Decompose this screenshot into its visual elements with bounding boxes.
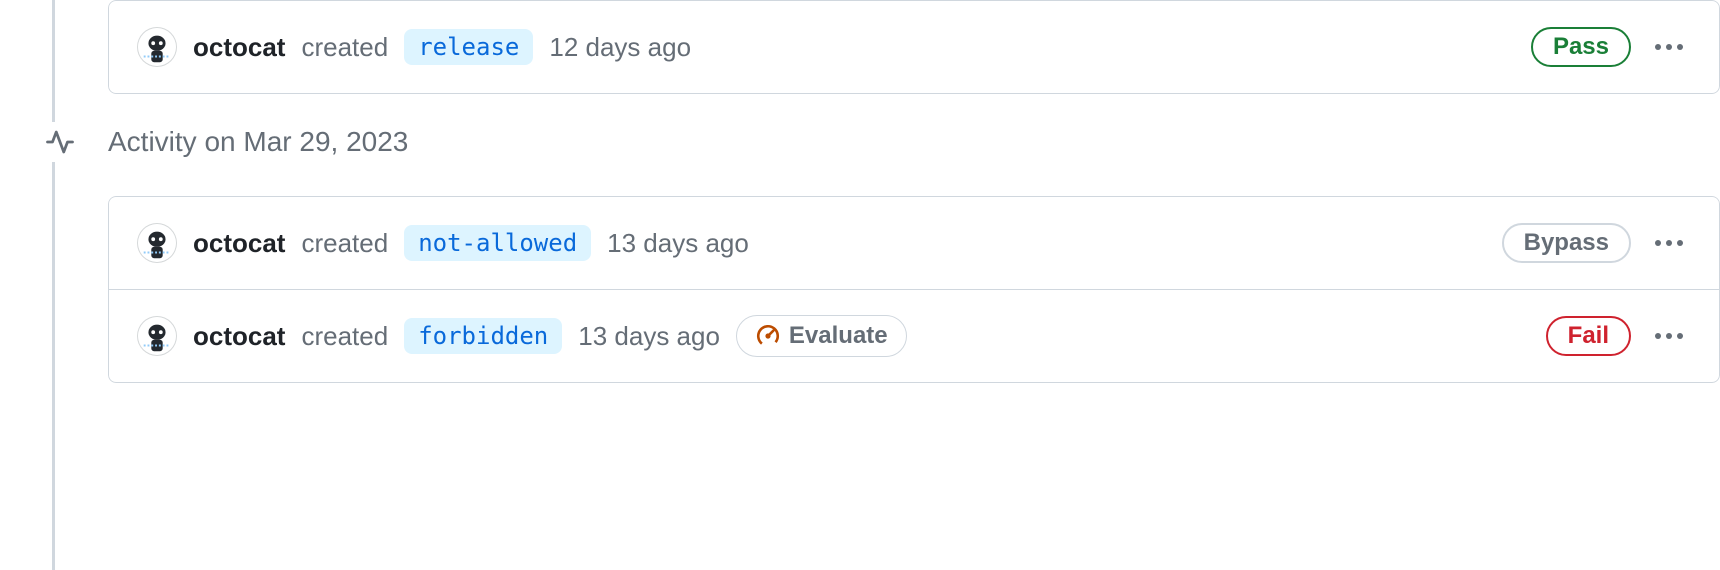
kebab-icon [1655,44,1683,50]
kebab-icon [1655,333,1683,339]
ref-label[interactable]: not-allowed [404,225,591,261]
ref-label[interactable]: release [404,29,533,65]
avatar[interactable] [137,316,177,356]
date-heading-text: Activity on Mar 29, 2023 [108,126,408,158]
status-badge: Bypass [1502,223,1631,263]
date-heading: Activity on Mar 29, 2023 [108,126,1720,158]
timestamp: 13 days ago [578,321,720,352]
gauge-icon [755,323,781,349]
status-badge: Pass [1531,27,1631,67]
actor-link[interactable]: octocat [193,321,285,352]
status-badge: Fail [1546,316,1631,356]
avatar[interactable] [137,223,177,263]
evaluate-button[interactable]: Evaluate [736,315,907,357]
actor-link[interactable]: octocat [193,32,285,63]
pulse-icon [40,122,80,162]
timestamp: 12 days ago [549,32,691,63]
actor-link[interactable]: octocat [193,228,285,259]
action-text: created [301,321,388,352]
kebab-icon [1655,240,1683,246]
avatar[interactable] [137,27,177,67]
kebab-menu-button[interactable] [1647,25,1691,69]
evaluate-label: Evaluate [789,322,888,350]
activity-item: octocat created forbidden 13 days ago Ev… [108,289,1720,383]
kebab-menu-button[interactable] [1647,221,1691,265]
activity-item: octocat created not-allowed 13 days ago … [108,196,1720,289]
activity-group: octocat created not-allowed 13 days ago … [108,196,1720,383]
kebab-menu-button[interactable] [1647,314,1691,358]
ref-label[interactable]: forbidden [404,318,562,354]
timestamp: 13 days ago [607,228,749,259]
action-text: created [301,32,388,63]
activity-group: octocat created release 12 days ago Pass [108,0,1720,94]
action-text: created [301,228,388,259]
activity-item: octocat created release 12 days ago Pass [108,0,1720,94]
